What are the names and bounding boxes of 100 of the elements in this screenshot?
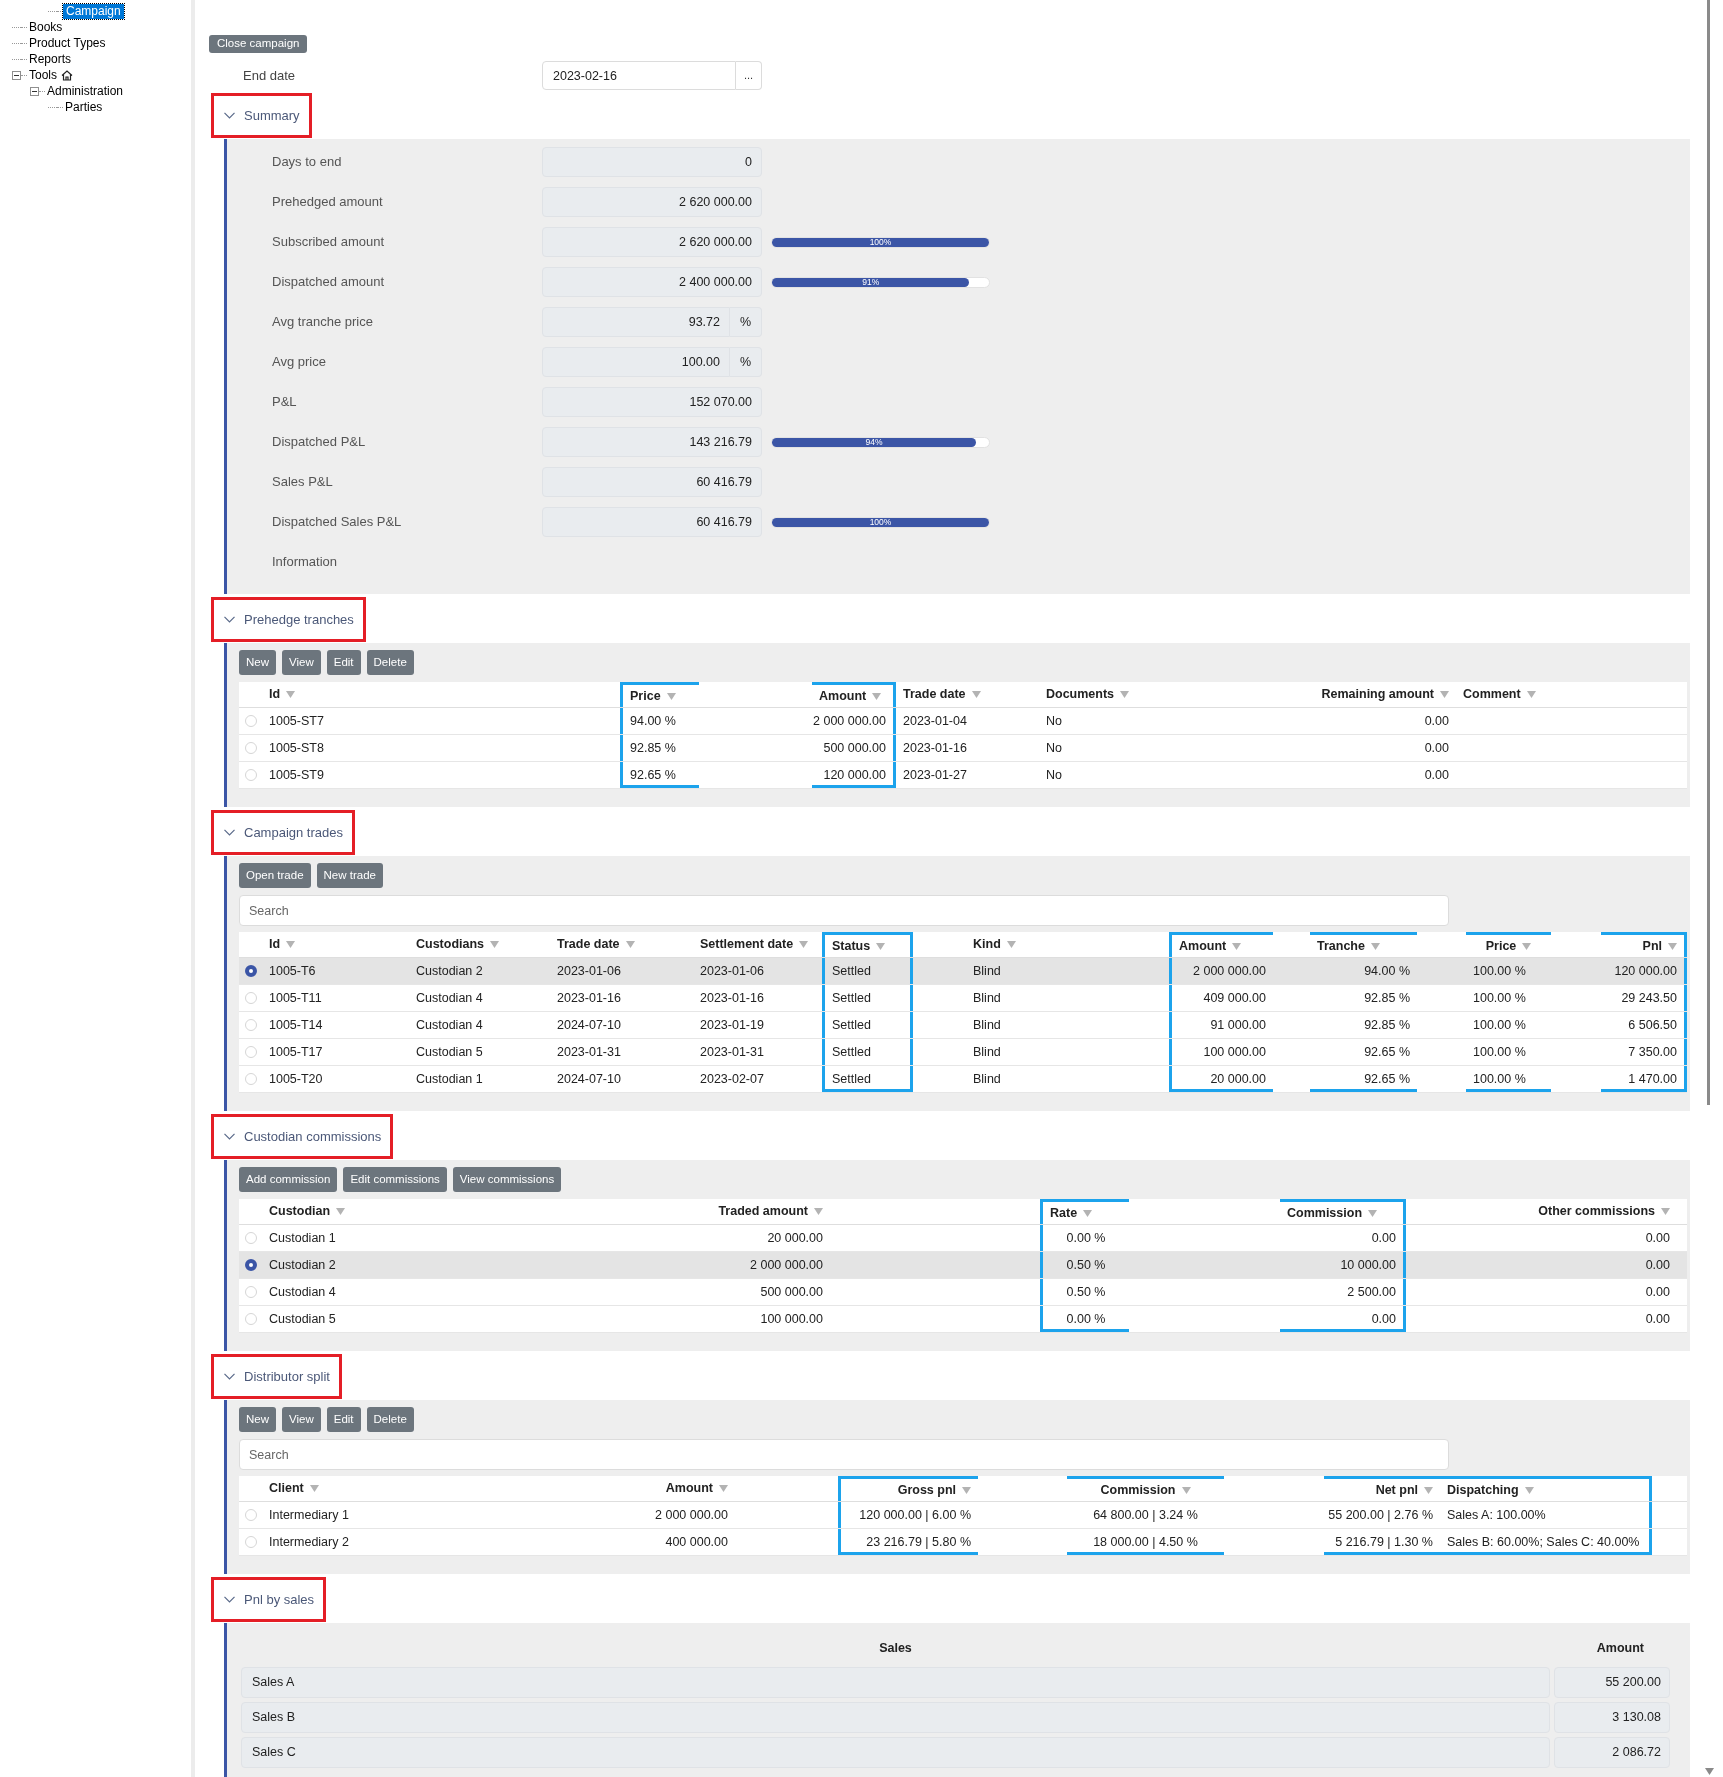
sort-icon[interactable] — [1424, 1486, 1433, 1494]
section-header[interactable]: Distributor split — [211, 1354, 342, 1399]
sort-icon[interactable] — [1232, 942, 1242, 950]
toolbar-button[interactable]: Edit — [326, 650, 361, 675]
section-header[interactable]: Pnl by sales — [211, 1577, 327, 1622]
table-cell: 23 216.79 | 5.80 % — [838, 1529, 978, 1555]
collapse-icon[interactable] — [12, 70, 21, 80]
sort-icon[interactable] — [799, 941, 809, 948]
table-cell-text: Custodian 5 — [268, 1311, 337, 1328]
section-header[interactable]: Summary — [211, 93, 312, 138]
search-field[interactable]: Search — [239, 895, 1449, 926]
toolbar-button[interactable]: Edit — [326, 1407, 361, 1432]
sort-icon[interactable] — [876, 942, 886, 950]
date-picker-button[interactable]: ... — [736, 61, 762, 90]
tree-item[interactable]: Reports — [27, 51, 74, 67]
column-header[interactable]: Other commissions — [1406, 1199, 1677, 1224]
column-header[interactable]: Id — [262, 932, 409, 957]
sort-icon[interactable] — [1661, 1208, 1670, 1215]
column-header[interactable]: Custodians — [409, 932, 550, 957]
sort-icon[interactable] — [1120, 691, 1130, 698]
table-cell-text: 100 000.00 — [759, 1311, 824, 1328]
column-header[interactable]: Trade date — [550, 932, 693, 957]
search-field[interactable]: Search — [239, 1439, 1449, 1470]
column-header[interactable]: Client — [262, 1476, 520, 1501]
toolbar-button[interactable]: Delete — [366, 650, 414, 675]
value-field: 60 416.79 — [542, 467, 762, 497]
table-cell-text: Custodian 4 — [268, 1284, 337, 1301]
toolbar-button[interactable]: Edit commissions — [343, 1167, 447, 1192]
progress-label: 94% — [865, 437, 883, 447]
table-cell-text: 2024-07-10 — [556, 1017, 622, 1034]
table-cell-text: 0.00 — [1644, 1257, 1671, 1274]
sort-icon[interactable] — [962, 1486, 971, 1494]
sort-icon[interactable] — [336, 1208, 346, 1215]
sort-icon[interactable] — [1668, 942, 1677, 950]
column-header[interactable]: Trade date — [896, 682, 1039, 707]
column-header[interactable]: Id — [262, 682, 620, 707]
tree-item[interactable]: Parties — [63, 99, 105, 115]
toolbar-button[interactable]: New — [239, 1407, 276, 1432]
sort-icon[interactable] — [719, 1485, 728, 1492]
table-cell: Sales B: 60.00%; Sales C: 40.00% — [1440, 1529, 1652, 1555]
table-cell-text: 2023-02-07 — [699, 1071, 765, 1088]
sort-icon[interactable] — [490, 941, 500, 948]
column-header[interactable]: Custodian — [262, 1199, 520, 1224]
sort-icon[interactable] — [1526, 691, 1536, 698]
sort-icon[interactable] — [286, 691, 296, 698]
section-header[interactable]: Prehedge tranches — [211, 597, 366, 642]
sort-icon[interactable] — [309, 1485, 319, 1492]
sort-icon[interactable] — [1368, 1209, 1377, 1217]
column-header[interactable]: Comment — [1456, 682, 1671, 707]
column-header[interactable]: Settlement date — [693, 932, 822, 957]
close-campaign-button[interactable]: Close campaign — [209, 35, 308, 53]
sort-icon[interactable] — [1083, 1209, 1093, 1217]
sort-icon[interactable] — [1524, 1486, 1534, 1494]
tree-item[interactable]: Administration — [45, 83, 126, 99]
field-label: End date — [242, 66, 297, 85]
section-header[interactable]: Campaign trades — [211, 810, 355, 855]
toolbar-button[interactable]: New trade — [316, 863, 383, 888]
toolbar-button[interactable]: New — [239, 650, 276, 675]
sort-icon[interactable] — [1522, 942, 1532, 950]
table-cell-text: 400 000.00 — [664, 1534, 729, 1551]
sort-icon[interactable] — [814, 1208, 823, 1215]
column-header[interactable]: Kind — [966, 932, 1169, 957]
collapse-icon[interactable] — [30, 86, 39, 96]
column-header[interactable]: Amount — [520, 1476, 735, 1501]
radio-button[interactable] — [244, 965, 257, 977]
value-field: 93.72 — [542, 307, 730, 337]
scroll-down-icon[interactable] — [1705, 1768, 1714, 1775]
tree-item[interactable]: Tools — [27, 67, 59, 83]
section-header[interactable]: Custodian commissions — [211, 1114, 394, 1159]
sort-icon[interactable] — [1006, 941, 1016, 948]
value-field: 2 400 000.00 — [542, 267, 762, 297]
date-field[interactable]: 2023-02-16 — [542, 61, 736, 90]
sort-icon[interactable] — [666, 692, 676, 700]
sort-icon[interactable] — [872, 692, 882, 700]
column-header[interactable]: Remaining amount — [1194, 682, 1456, 707]
toolbar-button[interactable]: Open trade — [239, 863, 311, 888]
table-cell: 92.65 % — [620, 762, 699, 788]
column-header[interactable]: Traded amount — [520, 1199, 830, 1224]
table-cell-text: 500 000.00 — [759, 1284, 824, 1301]
column-header[interactable]: Documents — [1039, 682, 1194, 707]
toolbar-button[interactable]: View — [282, 1407, 321, 1432]
tree-item[interactable]: Product Types — [27, 35, 108, 51]
tree-item[interactable]: Books — [27, 19, 65, 35]
scrollbar-thumb[interactable] — [1707, 0, 1710, 1105]
value-field: 2 086.72 — [1554, 1737, 1670, 1768]
table-cell-text: Custodian 4 — [415, 1017, 484, 1034]
sort-icon[interactable] — [286, 941, 296, 948]
sort-icon[interactable] — [625, 941, 635, 948]
sort-icon[interactable] — [1370, 942, 1380, 950]
table-cell-text: No — [1045, 767, 1063, 784]
tree-item[interactable]: Campaign — [63, 3, 124, 19]
sort-icon[interactable] — [1440, 691, 1449, 698]
field-label: Days to end — [271, 153, 343, 172]
radio-button[interactable] — [244, 1259, 257, 1271]
toolbar-button[interactable]: Delete — [366, 1407, 414, 1432]
sort-icon[interactable] — [1181, 1486, 1191, 1494]
sort-icon[interactable] — [971, 691, 981, 698]
toolbar-button[interactable]: View — [282, 650, 321, 675]
toolbar-button[interactable]: View commissions — [452, 1167, 562, 1192]
toolbar-button[interactable]: Add commission — [239, 1167, 338, 1192]
